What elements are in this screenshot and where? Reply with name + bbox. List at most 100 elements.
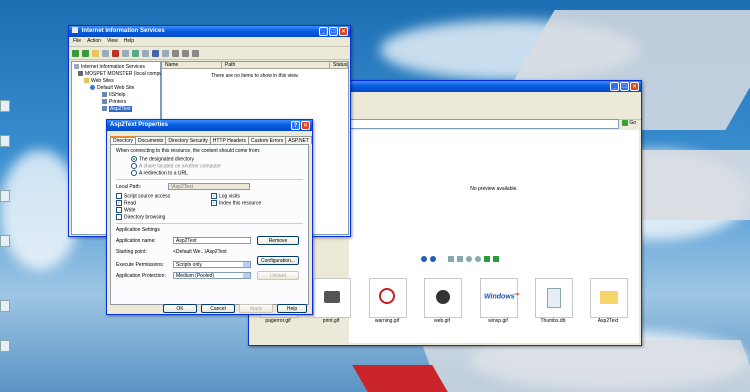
- warning-icon: [379, 288, 395, 304]
- apply-button[interactable]: Apply: [239, 304, 273, 313]
- menu-view[interactable]: View: [107, 37, 118, 46]
- dialog-titlebar[interactable]: Asp2Text Properties ? ×: [107, 120, 312, 131]
- unload-button[interactable]: Unload: [257, 271, 299, 280]
- folder-icon: [600, 291, 618, 304]
- zoom-out-icon[interactable]: [475, 256, 481, 262]
- tree-item[interactable]: Internet Information Services: [74, 64, 145, 70]
- desktop-icon[interactable]: [0, 135, 10, 147]
- thumbnail-item[interactable]: Windowsxp winxp.gif: [472, 278, 524, 328]
- tree-item[interactable]: Web Sites: [84, 78, 114, 84]
- minimize-icon[interactable]: _: [319, 27, 328, 36]
- tree-item[interactable]: Default Web Site: [90, 85, 134, 91]
- column-header-status[interactable]: Status: [330, 62, 348, 69]
- minimize-icon[interactable]: _: [610, 82, 619, 91]
- go-button[interactable]: Go: [622, 119, 638, 128]
- pause-icon[interactable]: [192, 49, 199, 57]
- file-thumbnail: [313, 278, 351, 318]
- desktop-icon[interactable]: [0, 190, 10, 202]
- properties-icon[interactable]: [122, 49, 129, 57]
- help-button[interactable]: Help: [277, 304, 307, 313]
- delete-icon[interactable]: [112, 49, 119, 57]
- maximize-icon[interactable]: □: [620, 82, 629, 91]
- column-header-path[interactable]: Path: [222, 62, 330, 69]
- radio-share[interactable]: A share located on another computer: [131, 163, 221, 169]
- desktop-icon[interactable]: [0, 300, 10, 312]
- zoom-in-icon[interactable]: [466, 256, 472, 262]
- check-index-resource[interactable]: ✓ Index this resource: [211, 200, 261, 206]
- address-bar[interactable]: [349, 119, 619, 129]
- export-icon[interactable]: [142, 49, 149, 57]
- radio-redirection[interactable]: A redirection to a URL: [131, 170, 188, 176]
- rotate-ccw-icon[interactable]: [493, 256, 499, 262]
- rotate-icon[interactable]: [484, 256, 490, 262]
- check-log-visits[interactable]: ✓ Log visits: [211, 193, 240, 199]
- thumbnail-label: winxp.gif: [488, 318, 508, 324]
- directory-tab-panel: When connecting to this resource, the co…: [110, 144, 309, 305]
- play-icon[interactable]: [172, 49, 179, 57]
- tab-documents[interactable]: Documents: [135, 136, 167, 144]
- thumbnail-item[interactable]: Asp2Text: [582, 278, 634, 328]
- dialog-title: Asp2Text Properties: [110, 122, 168, 128]
- tree-item[interactable]: IISHelp: [102, 92, 125, 98]
- previous-icon[interactable]: [421, 256, 427, 262]
- file-thumbnail: Windowsxp: [480, 278, 519, 318]
- checkbox-icon: [116, 193, 122, 199]
- forward-icon[interactable]: [82, 49, 89, 57]
- fit-icon[interactable]: [448, 256, 454, 262]
- column-header-name[interactable]: Name: [162, 62, 222, 69]
- desktop-icon[interactable]: [0, 340, 10, 352]
- refresh-icon[interactable]: [132, 49, 139, 57]
- thumbnail-item[interactable]: Thumbs.db: [527, 278, 579, 328]
- cancel-button[interactable]: Cancel: [201, 304, 235, 313]
- menu-file[interactable]: File: [73, 37, 81, 46]
- stop-icon[interactable]: [182, 49, 189, 57]
- radio-designated-directory[interactable]: The designated directory: [131, 156, 194, 162]
- app-name-label: Application name:: [116, 238, 156, 244]
- help-icon[interactable]: ?: [291, 121, 300, 130]
- actual-size-icon[interactable]: [457, 256, 463, 262]
- exec-permissions-label: Execute Permissions:: [116, 262, 165, 268]
- app-name-field[interactable]: Asp2Text: [173, 237, 251, 244]
- desktop-icon[interactable]: [0, 100, 10, 112]
- iis-titlebar[interactable]: Internet Information Services _ □ ×: [69, 26, 350, 37]
- starting-point-value: <Default We...\Asp2Text: [173, 249, 227, 255]
- close-icon[interactable]: ×: [339, 27, 348, 36]
- close-icon[interactable]: ×: [630, 82, 639, 91]
- ok-button[interactable]: OK: [163, 304, 197, 313]
- next-icon[interactable]: [430, 256, 436, 262]
- up-folder-icon[interactable]: [92, 49, 99, 57]
- menu-action[interactable]: Action: [87, 37, 101, 46]
- check-script-source[interactable]: Script source access: [116, 193, 170, 199]
- check-read[interactable]: ✓ Read: [116, 200, 136, 206]
- tab-custom-errors[interactable]: Custom Errors: [248, 136, 287, 144]
- remove-button[interactable]: Remove: [257, 236, 299, 245]
- computer-icon[interactable]: [162, 49, 169, 57]
- back-icon[interactable]: [72, 49, 79, 57]
- tab-aspnet[interactable]: ASP.NET: [285, 136, 313, 144]
- check-write[interactable]: Write: [116, 207, 136, 213]
- tree-item[interactable]: MOSPET MONSTER (local compu: [78, 71, 162, 77]
- tree-item-selected[interactable]: Asp2Text: [102, 106, 132, 112]
- local-path-field[interactable]: \Asp2Text: [168, 183, 250, 190]
- app-protection-select[interactable]: Medium (Pooled): [173, 272, 251, 279]
- iis-app-icon: [72, 27, 78, 34]
- show-tree-icon[interactable]: [102, 49, 109, 57]
- properties-dialog: Asp2Text Properties ? × Directory Docume…: [106, 119, 313, 315]
- help-icon[interactable]: [152, 49, 159, 57]
- chevron-down-icon: [243, 273, 250, 278]
- tab-directory[interactable]: Directory: [110, 136, 137, 144]
- exec-permissions-select[interactable]: Scripts only: [173, 261, 251, 268]
- tree-item[interactable]: Printers: [102, 99, 126, 105]
- check-directory-browsing[interactable]: Directory browsing: [116, 214, 165, 220]
- tab-directory-security[interactable]: Directory Security: [165, 136, 211, 144]
- desktop-icon[interactable]: [0, 235, 10, 247]
- thumbnail-item[interactable]: warning.gif: [361, 278, 413, 328]
- maximize-icon[interactable]: □: [329, 27, 338, 36]
- tab-http-headers[interactable]: HTTP Headers: [209, 136, 250, 144]
- close-icon[interactable]: ×: [301, 121, 310, 130]
- radio-selected-icon: [131, 156, 137, 162]
- menu-help[interactable]: Help: [124, 37, 134, 46]
- configuration-button[interactable]: Configuration...: [257, 256, 299, 265]
- app-protection-label: Application Protection:: [116, 273, 166, 279]
- thumbnail-item[interactable]: web.gif: [416, 278, 468, 328]
